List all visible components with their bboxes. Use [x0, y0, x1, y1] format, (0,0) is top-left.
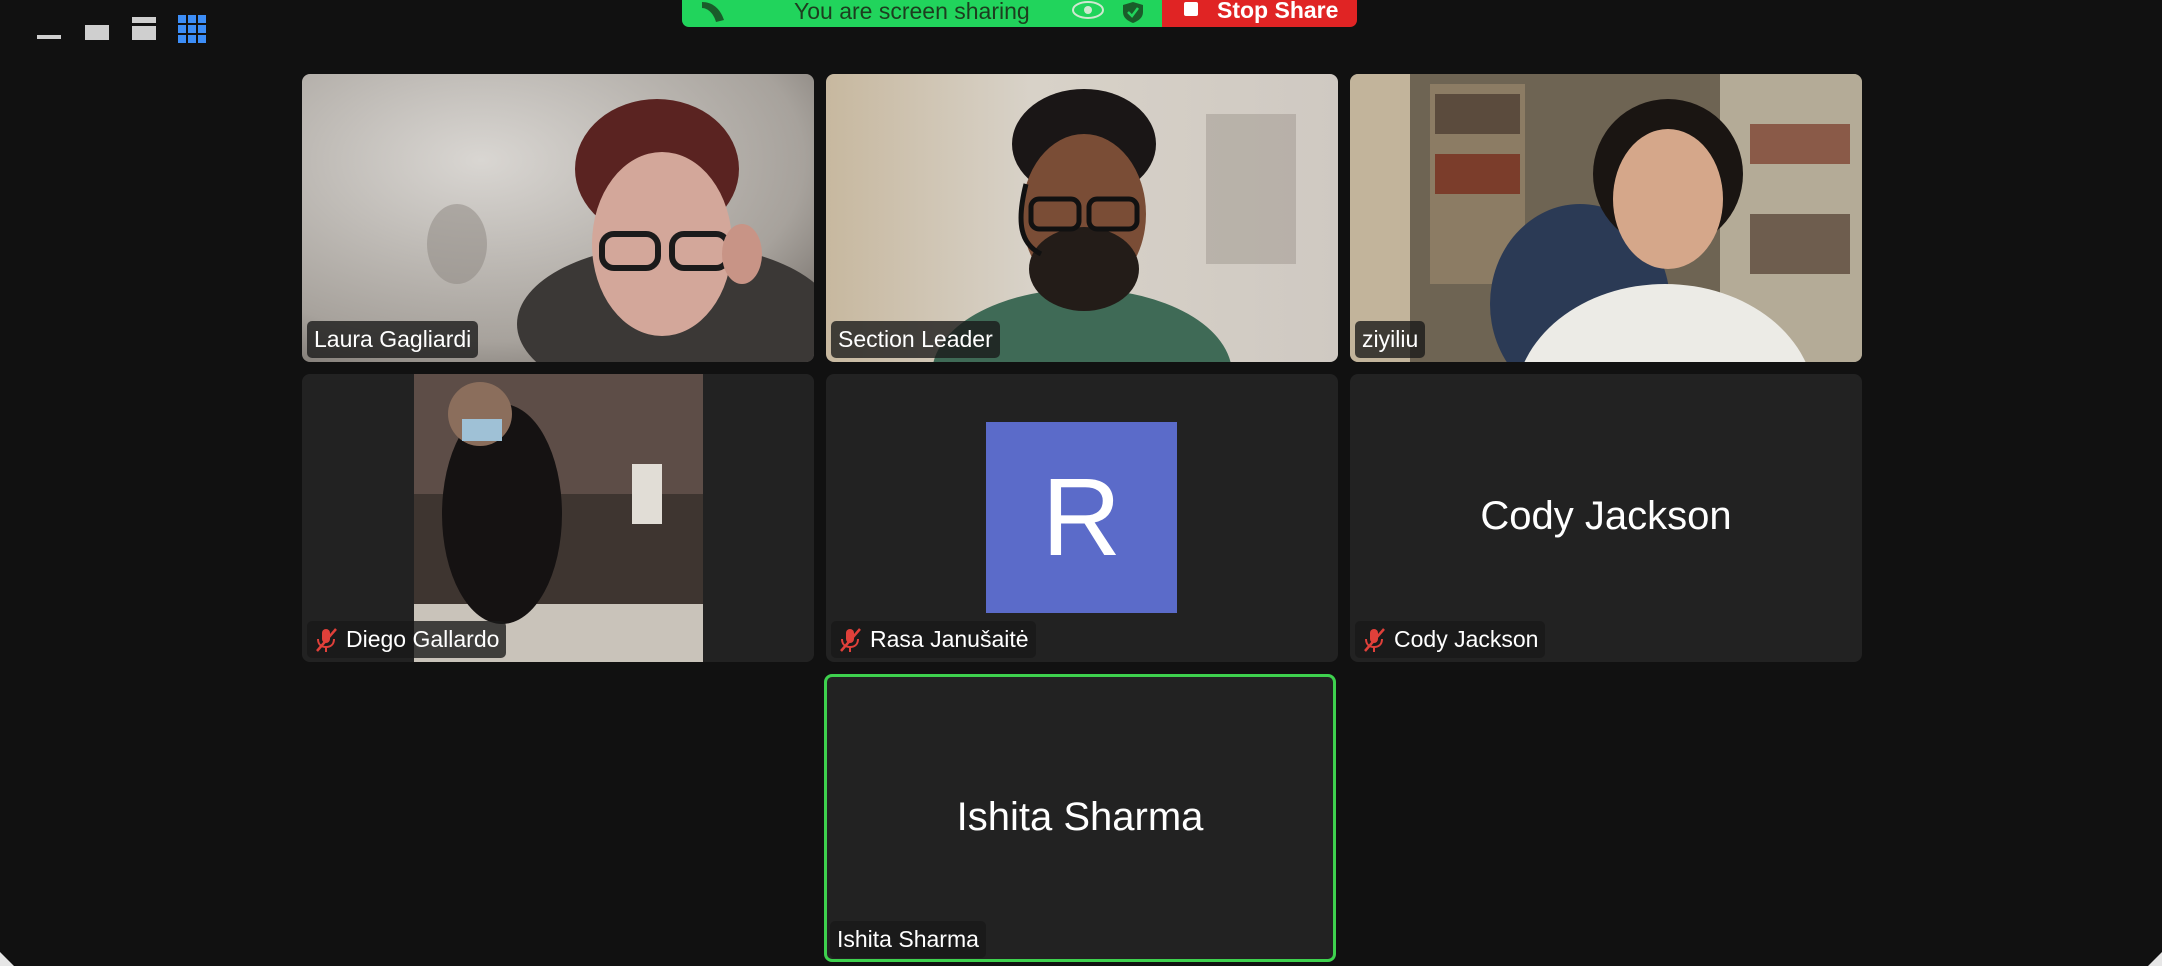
participant-display-name: Cody Jackson — [1480, 494, 1732, 538]
speaker-view-button[interactable] — [84, 15, 110, 41]
participant-name-tag: Diego Gallardo — [307, 621, 507, 658]
participant-display-name: Ishita Sharma — [956, 795, 1204, 839]
participant-name: ziyiliu — [1362, 326, 1419, 352]
participant-name-tag: ziyiliu — [1355, 321, 1426, 358]
screen-share-banner: You are screen sharing Stop Share — [682, 0, 1357, 27]
strip-view-icon — [132, 17, 156, 40]
shield-check-icon[interactable] — [1122, 1, 1144, 23]
participant-tile[interactable]: R Rasa Janušaitė — [826, 374, 1338, 662]
minimize-button[interactable] — [36, 15, 62, 41]
participant-video — [1350, 74, 1862, 362]
participant-name-tag: Laura Gagliardi — [307, 321, 479, 358]
participant-name-tag: Rasa Janušaitė — [831, 621, 1036, 658]
stop-icon — [1184, 2, 1198, 16]
muted-mic-icon — [1364, 627, 1385, 652]
participant-name: Section Leader — [838, 326, 993, 352]
speaker-view-icon — [85, 25, 109, 40]
share-status-bar[interactable]: You are screen sharing — [682, 0, 1162, 27]
participant-name-tag: Cody Jackson — [1355, 621, 1546, 658]
muted-mic-icon — [840, 627, 861, 652]
participant-tile-active-speaker[interactable]: Ishita Sharma Ishita Sharma — [824, 674, 1336, 962]
participant-tile[interactable]: ziyiliu — [1350, 74, 1862, 362]
share-status-text: You are screen sharing — [794, 0, 1030, 24]
gallery-view-icon — [178, 15, 206, 43]
resize-corner-icon[interactable] — [0, 950, 16, 966]
minimize-icon — [37, 35, 61, 39]
participant-name-tag: Section Leader — [831, 321, 1000, 358]
stop-share-label: Stop Share — [1217, 0, 1339, 23]
strip-view-button[interactable] — [131, 15, 157, 41]
participant-name: Ishita Sharma — [837, 926, 979, 952]
participant-video — [302, 74, 814, 362]
participant-name: Rasa Janušaitė — [870, 626, 1029, 652]
participant-tile[interactable]: Diego Gallardo — [302, 374, 814, 662]
participant-tile[interactable]: Laura Gagliardi — [302, 74, 814, 362]
avatar: R — [986, 422, 1177, 613]
participant-name: Laura Gagliardi — [314, 326, 472, 352]
gallery-view-button[interactable] — [178, 15, 206, 43]
participant-video — [302, 374, 814, 662]
participant-video — [826, 74, 1338, 362]
eye-icon[interactable] — [1072, 1, 1104, 19]
resize-corner-icon[interactable] — [2146, 950, 2162, 966]
participant-tile[interactable]: Cody Jackson Cody Jackson — [1350, 374, 1862, 662]
participant-name: Diego Gallardo — [346, 626, 500, 652]
share-handle-icon — [702, 2, 724, 22]
stop-share-button[interactable]: Stop Share — [1162, 0, 1357, 27]
participant-tile[interactable]: Section Leader — [826, 74, 1338, 362]
participant-name-tag: Ishita Sharma — [830, 921, 986, 958]
muted-mic-icon — [316, 627, 337, 652]
participant-name: Cody Jackson — [1394, 626, 1539, 652]
